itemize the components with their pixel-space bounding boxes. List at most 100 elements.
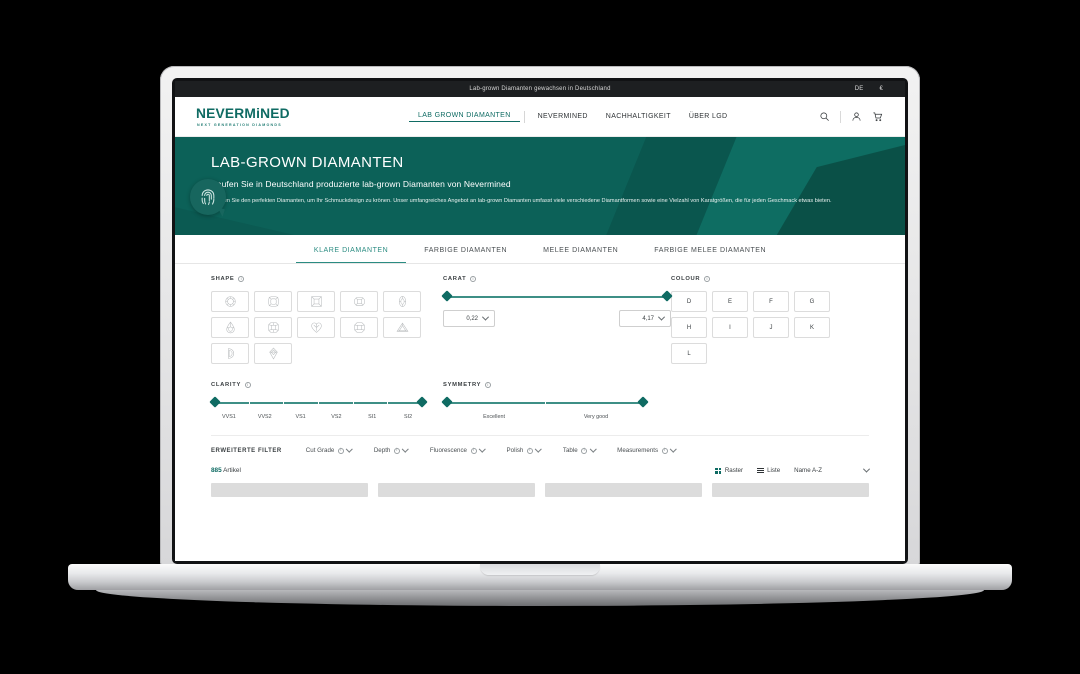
result-count-unit: Artikel bbox=[223, 467, 241, 474]
shape-option-pear[interactable] bbox=[211, 317, 249, 338]
carat-slider-handle-max[interactable] bbox=[661, 290, 673, 302]
clarity-slider-handle-min[interactable] bbox=[209, 396, 221, 408]
product-card[interactable] bbox=[378, 483, 535, 497]
carat-range-selects: 0,22 4,17 bbox=[443, 310, 671, 327]
tab-klare-diamanten[interactable]: KLARE DIAMANTEN bbox=[295, 247, 407, 263]
brand-tagline: NEXT GENERATION DIAMONDS bbox=[197, 122, 282, 127]
advanced-filter-polish[interactable]: Polish i bbox=[507, 445, 542, 454]
colour-info-icon[interactable]: i bbox=[704, 276, 711, 282]
product-card[interactable] bbox=[712, 483, 869, 497]
laptop-lid: Lab-grown Diamanten gewachsen in Deutsch… bbox=[160, 66, 920, 566]
shape-option-emerald[interactable] bbox=[340, 291, 378, 312]
symmetry-slider-handle-min[interactable] bbox=[441, 396, 453, 408]
shape-option-heart[interactable] bbox=[297, 317, 335, 338]
chevron-down-icon bbox=[657, 313, 666, 321]
cut-grade-info-icon[interactable]: i bbox=[337, 447, 344, 454]
shape-option-cushion[interactable] bbox=[254, 291, 292, 312]
shape-option-asscher[interactable] bbox=[340, 317, 378, 338]
chevron-down-icon bbox=[481, 313, 490, 321]
colour-option-l[interactable]: L bbox=[671, 343, 707, 364]
nav-link-ueber-lgd[interactable]: ÜBER LGD bbox=[680, 113, 737, 120]
view-toggle-list[interactable]: Liste bbox=[757, 467, 780, 474]
nav-link-nachhaltigkeit[interactable]: NACHHALTIGKEIT bbox=[597, 113, 680, 120]
symmetry-label: SYMMETRY bbox=[443, 382, 482, 388]
shape-info-icon[interactable]: i bbox=[238, 276, 245, 282]
colour-option-e[interactable]: E bbox=[712, 291, 748, 312]
colour-option-f[interactable]: F bbox=[753, 291, 789, 312]
carat-min-select[interactable]: 0,22 bbox=[443, 310, 495, 327]
advanced-filter-cut-grade[interactable]: Cut Grade i bbox=[306, 445, 353, 454]
tab-farbige-diamanten[interactable]: FARBIGE DIAMANTEN bbox=[406, 247, 525, 263]
tab-farbige-melee-diamanten[interactable]: FARBIGE MELEE DIAMANTEN bbox=[636, 247, 784, 263]
polish-info-icon[interactable]: i bbox=[526, 447, 533, 454]
measurements-info-icon[interactable]: i bbox=[661, 447, 668, 454]
clarity-info-icon[interactable]: i bbox=[245, 382, 252, 388]
clarity-step-si2: SI2 bbox=[404, 414, 413, 420]
symmetry-info-icon[interactable]: i bbox=[485, 382, 492, 388]
clarity-slider-handle-max[interactable] bbox=[416, 396, 428, 408]
shape-option-trillion[interactable] bbox=[383, 317, 421, 338]
shape-option-radiant[interactable] bbox=[254, 317, 292, 338]
shape-option-oval[interactable] bbox=[383, 291, 421, 312]
laptop-foot-shadow bbox=[96, 590, 984, 606]
symmetry-range-slider[interactable] bbox=[441, 396, 649, 409]
table-info-icon[interactable]: i bbox=[581, 447, 588, 454]
shape-option-princess[interactable] bbox=[297, 291, 335, 312]
product-card[interactable] bbox=[211, 483, 368, 497]
shape-options-grid bbox=[211, 291, 426, 364]
symmetry-step-excellent: Excellent bbox=[483, 414, 505, 420]
tab-melee-diamanten[interactable]: MELEE DIAMANTEN bbox=[525, 247, 636, 263]
shape-option-round[interactable] bbox=[211, 291, 249, 312]
screenshot-stage: Lab-grown Diamanten gewachsen in Deutsch… bbox=[0, 0, 1080, 674]
clarity-range-slider[interactable] bbox=[209, 396, 428, 409]
carat-max-select[interactable]: 4,17 bbox=[619, 310, 671, 327]
colour-options-grid: D E F G H I J K L bbox=[671, 291, 869, 364]
search-icon[interactable] bbox=[819, 111, 830, 122]
advanced-filters-title: ERWEITERTE FILTER bbox=[211, 447, 282, 454]
category-tabs: KLARE DIAMANTEN FARBIGE DIAMANTEN MELEE … bbox=[175, 235, 905, 264]
colour-option-g[interactable]: G bbox=[794, 291, 830, 312]
cart-icon[interactable] bbox=[872, 111, 883, 122]
advanced-filter-depth[interactable]: Depth i bbox=[374, 445, 409, 454]
clarity-label: CLARITY bbox=[211, 382, 242, 388]
carat-info-icon[interactable]: i bbox=[470, 276, 477, 282]
shape-option-halfmoon[interactable] bbox=[211, 343, 249, 364]
shape-option-kite[interactable] bbox=[254, 343, 292, 364]
colour-option-j[interactable]: J bbox=[753, 317, 789, 338]
sort-select-value: Name A-Z bbox=[794, 467, 822, 474]
sort-select[interactable]: Name A-Z bbox=[794, 465, 871, 474]
chevron-down-icon bbox=[346, 445, 353, 453]
brand-name: NEVERMiNED bbox=[195, 105, 290, 121]
advanced-filter-table[interactable]: Table i bbox=[563, 445, 597, 454]
filter-row-secondary: CLARITY i VVS1 VVS2 VS1 VS2 SI1 SI2 SYMM… bbox=[209, 382, 869, 420]
language-selector[interactable]: DE bbox=[855, 86, 864, 92]
colour-label: COLOUR bbox=[671, 276, 701, 282]
chevron-down-icon bbox=[862, 465, 871, 473]
colour-option-i[interactable]: I bbox=[712, 317, 748, 338]
advanced-filter-fluorescence[interactable]: Fluorescence i bbox=[430, 445, 486, 454]
carat-label-row: CARAT i bbox=[443, 276, 671, 282]
advanced-filter-measurements[interactable]: Measurements i bbox=[617, 445, 677, 454]
product-card[interactable] bbox=[545, 483, 702, 497]
view-toggle-grid[interactable]: Raster bbox=[715, 467, 743, 474]
nav-link-nevermined[interactable]: NEVERMINED bbox=[529, 113, 597, 120]
depth-info-icon[interactable]: i bbox=[393, 447, 400, 454]
result-count-number: 885 bbox=[211, 467, 222, 474]
colour-option-h[interactable]: H bbox=[671, 317, 707, 338]
colour-option-k[interactable]: K bbox=[794, 317, 830, 338]
carat-slider-handle-min[interactable] bbox=[441, 290, 453, 302]
currency-selector[interactable]: € bbox=[879, 86, 883, 92]
fluorescence-info-icon[interactable]: i bbox=[470, 447, 477, 454]
filter-group-clarity: CLARITY i VVS1 VVS2 VS1 VS2 SI1 SI2 bbox=[209, 382, 443, 420]
carat-range-slider[interactable] bbox=[441, 290, 673, 303]
account-icon[interactable] bbox=[851, 111, 862, 122]
colour-option-d[interactable]: D bbox=[671, 291, 707, 312]
nav-divider bbox=[523, 110, 525, 123]
filter-group-carat: CARAT i 0,22 4,17 bbox=[441, 276, 673, 364]
product-grid bbox=[175, 474, 905, 497]
brand-logo[interactable]: NEVERMiNED NEXT GENERATION DIAMONDS bbox=[195, 105, 301, 127]
symmetry-slider-handle-max[interactable] bbox=[637, 396, 649, 408]
list-view-icon bbox=[757, 467, 764, 474]
fingerprint-cursor-icon bbox=[190, 179, 226, 215]
nav-link-lab-grown-diamanten[interactable]: LAB GROWN DIAMANTEN bbox=[409, 112, 520, 122]
